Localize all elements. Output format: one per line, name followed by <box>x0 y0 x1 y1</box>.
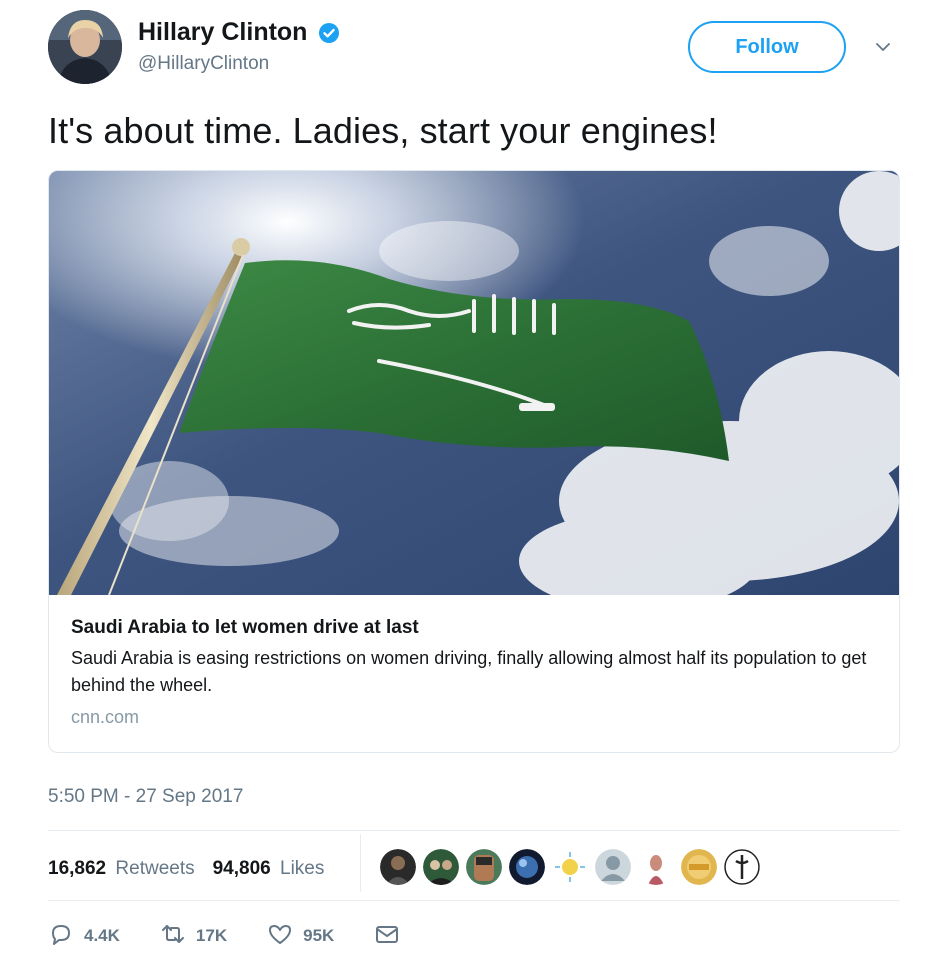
card-image <box>49 171 899 611</box>
reply-button[interactable]: 4.4K <box>48 921 120 952</box>
liker-avatar[interactable] <box>681 849 717 885</box>
card-description: Saudi Arabia is easing restrictions on w… <box>71 648 867 695</box>
retweet-button[interactable]: 17K <box>160 921 227 952</box>
liker-avatar[interactable] <box>380 849 416 885</box>
stats-separator <box>360 834 361 892</box>
heart-icon <box>267 921 293 952</box>
liker-avatar[interactable] <box>638 849 674 885</box>
author-block: Hillary Clinton @HillaryClinton <box>138 18 340 75</box>
card-title[interactable]: Saudi Arabia to let women drive at last <box>71 617 877 639</box>
divider <box>48 830 900 831</box>
liker-avatar[interactable] <box>724 849 760 885</box>
liker-avatar[interactable] <box>509 849 545 885</box>
retweet-icon <box>160 921 186 952</box>
like-button[interactable]: 95K <box>267 921 334 952</box>
reply-count: 4.4K <box>84 926 120 945</box>
tweet-timestamp[interactable]: 5:50 PM - 27 Sep 2017 <box>48 786 243 808</box>
divider <box>48 900 900 901</box>
tweet-text: It's about time. Ladies, start your engi… <box>48 110 718 151</box>
liker-avatar[interactable] <box>552 849 588 885</box>
chevron-down-icon[interactable] <box>874 38 892 56</box>
liker-avatar[interactable] <box>423 849 459 885</box>
retweets-label: Retweets <box>115 858 195 879</box>
engagement-stats: 16,862 Retweets 94,806 Likes <box>48 849 342 889</box>
card-body: Saudi Arabia to let women drive at last … <box>49 595 899 752</box>
follow-button[interactable]: Follow <box>688 21 846 73</box>
likes-count: 94,806 <box>212 858 271 879</box>
author-name[interactable]: Hillary Clinton <box>138 18 307 47</box>
verified-icon <box>318 22 340 44</box>
author-handle[interactable]: @HillaryClinton <box>138 53 340 75</box>
message-icon <box>374 921 400 952</box>
reply-icon <box>48 921 74 952</box>
like-count: 95K <box>303 926 335 945</box>
retweets-count: 16,862 <box>48 858 107 879</box>
liker-avatar[interactable] <box>466 849 502 885</box>
likes-label: Likes <box>280 858 325 879</box>
liker-avatar[interactable] <box>595 849 631 885</box>
likes-stat[interactable]: 94,806 Likes <box>213 858 325 880</box>
direct-message-button[interactable] <box>374 921 400 952</box>
avatar[interactable] <box>48 10 122 84</box>
retweet-count: 17K <box>195 926 228 945</box>
card-domain: cnn.com <box>71 707 140 727</box>
tweet-header: Hillary Clinton @HillaryClinton Follow <box>48 10 908 90</box>
action-bar: 4.4K 17K 95K <box>48 918 440 954</box>
likers-avatars <box>380 849 760 885</box>
link-card[interactable]: Saudi Arabia to let women drive at last … <box>48 170 900 753</box>
retweets-stat[interactable]: 16,862 Retweets <box>48 858 195 880</box>
